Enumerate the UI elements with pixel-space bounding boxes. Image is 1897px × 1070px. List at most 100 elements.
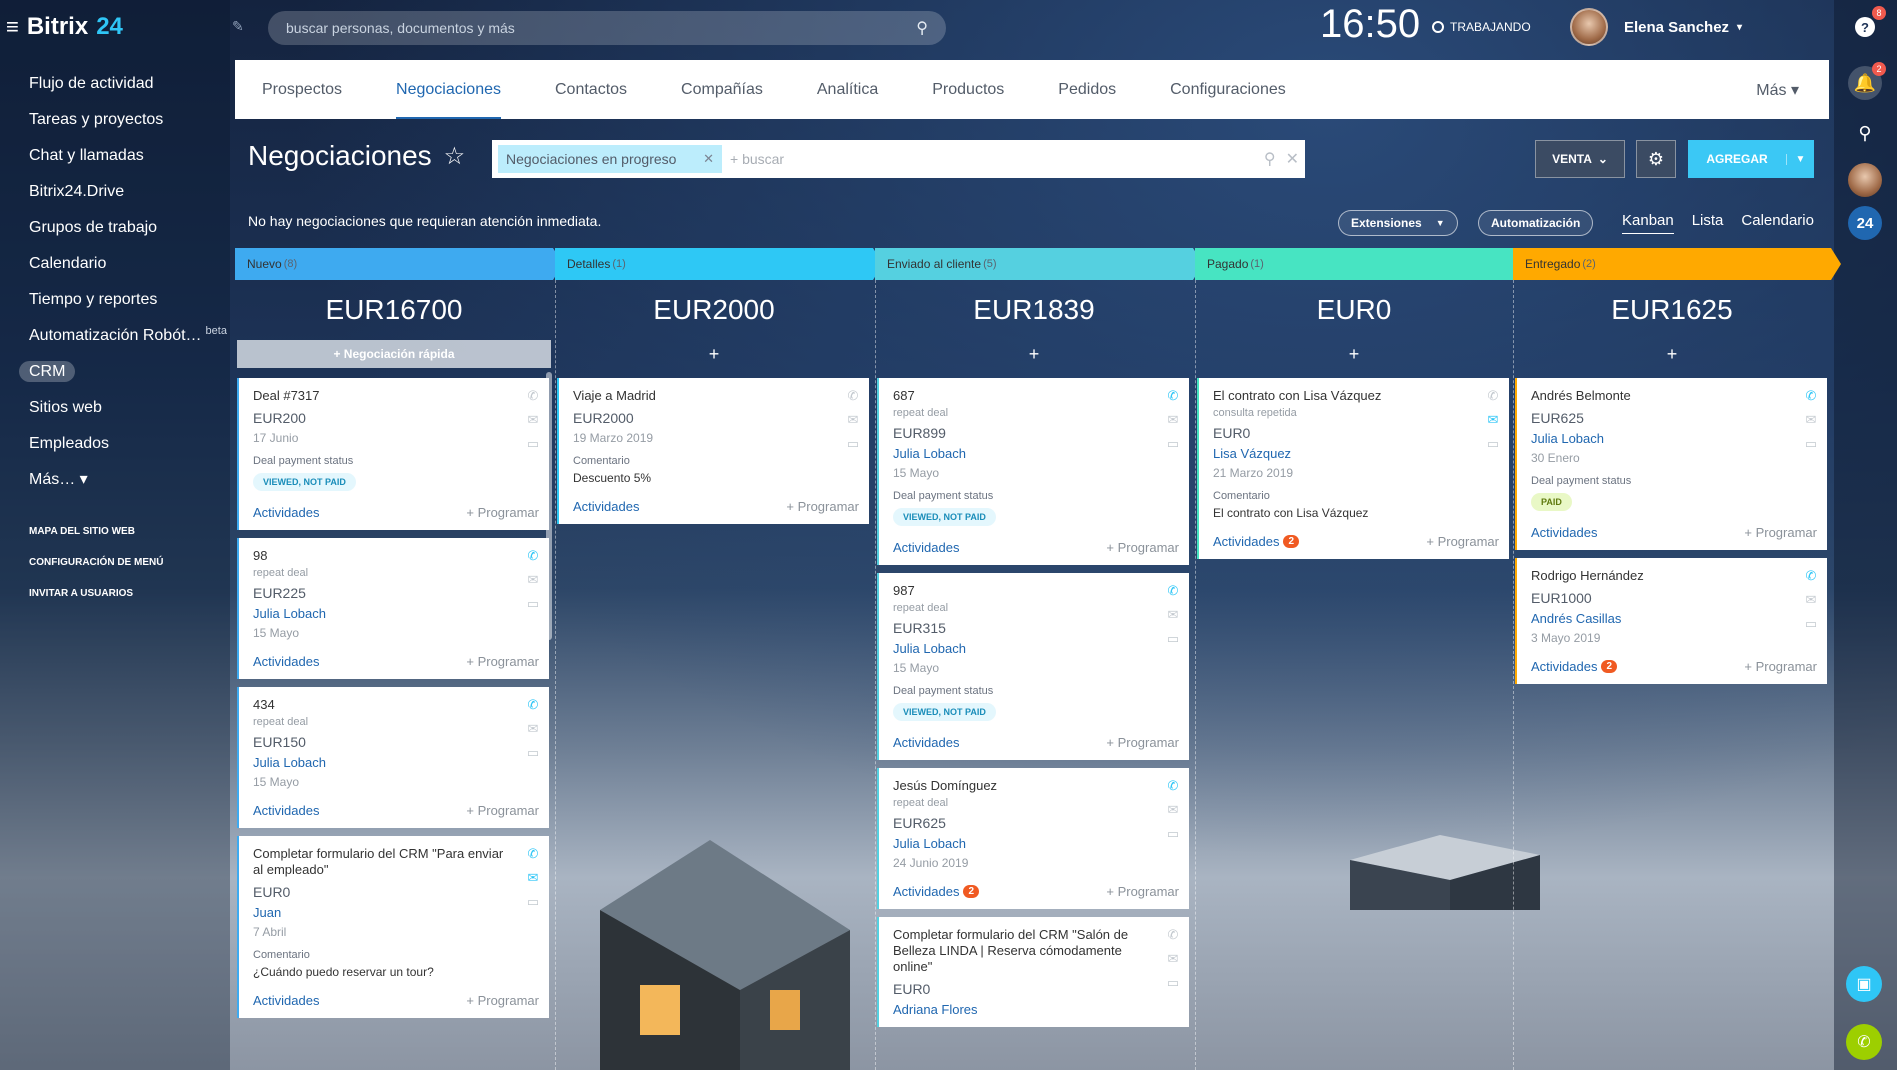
deal-contact[interactable]: Julia Lobach bbox=[893, 641, 1179, 656]
mail-icon[interactable]: ✉ bbox=[1165, 951, 1181, 967]
pipeline-select-button[interactable]: VENTA ⌄ bbox=[1535, 140, 1625, 178]
deal-contact[interactable]: Juan bbox=[253, 905, 539, 920]
mail-icon[interactable]: ✉ bbox=[525, 721, 541, 737]
filter-bar[interactable]: Negociaciones en progreso ✕ + buscar ⚲ ✕ bbox=[492, 140, 1305, 178]
deal-card[interactable]: ✆ ✉ ▭ El contrato con Lisa Vázquez consult… bbox=[1197, 378, 1509, 559]
column-header[interactable]: Pagado (1) bbox=[1195, 248, 1523, 280]
chat-icon[interactable]: ▭ bbox=[1165, 436, 1181, 452]
search-input[interactable]: buscar personas, documentos y más bbox=[286, 20, 916, 36]
deal-card[interactable]: ✆ ✉ ▭ Completar formulario del CRM "Salón … bbox=[877, 917, 1189, 1027]
avatar[interactable] bbox=[1570, 8, 1608, 46]
mail-icon[interactable]: ✉ bbox=[1165, 412, 1181, 428]
sidebar-item-groups[interactable]: Grupos de trabajo bbox=[0, 210, 230, 246]
phone-icon[interactable]: ✆ bbox=[1165, 778, 1181, 794]
deal-title[interactable]: Deal #7317 bbox=[253, 388, 539, 404]
sidebar-item-crm[interactable]: CRM bbox=[0, 354, 230, 390]
tab-pedidos[interactable]: Pedidos bbox=[1058, 60, 1116, 119]
sidebar-item-chat[interactable]: Chat y llamadas bbox=[0, 138, 230, 174]
deal-contact[interactable]: Julia Lobach bbox=[253, 606, 539, 621]
deal-contact[interactable]: Adriana Flores bbox=[893, 1002, 1179, 1017]
phone-icon[interactable]: ✆ bbox=[525, 388, 541, 404]
add-button[interactable]: AGREGAR ▼ bbox=[1688, 140, 1814, 178]
logo-number[interactable]: 24 bbox=[96, 13, 123, 41]
activities-link[interactable]: Actividades bbox=[893, 540, 959, 555]
activities-link[interactable]: Actividades bbox=[893, 735, 959, 750]
sidebar-item-more[interactable]: Más… ▾ bbox=[0, 462, 230, 498]
column-header[interactable]: Nuevo (8) bbox=[235, 248, 563, 280]
mail-icon[interactable]: ✉ bbox=[1803, 592, 1819, 608]
schedule-link[interactable]: + Programar bbox=[466, 803, 539, 818]
filter-chip[interactable]: Negociaciones en progreso ✕ bbox=[498, 145, 722, 173]
deal-card[interactable]: ✆ ✉ ▭ 687 repeat deal EUR899 Julia Lobach … bbox=[877, 378, 1189, 565]
schedule-link[interactable]: + Programar bbox=[786, 499, 859, 514]
chat-icon[interactable]: ▭ bbox=[1485, 436, 1501, 452]
deal-title[interactable]: 687 bbox=[893, 388, 1179, 404]
add-deal-button[interactable]: + bbox=[557, 340, 871, 368]
deal-title[interactable]: 434 bbox=[253, 697, 539, 713]
search-icon[interactable]: ⚲ bbox=[1848, 116, 1882, 150]
clock[interactable]: 16:50 bbox=[1320, 2, 1420, 47]
activities-link[interactable]: Actividades bbox=[253, 803, 319, 818]
activities-link[interactable]: Actividades bbox=[253, 993, 319, 1008]
phone-icon[interactable]: ✆ bbox=[525, 697, 541, 713]
open-lines-icon[interactable]: ▣ bbox=[1846, 966, 1882, 1002]
work-status[interactable]: TRABAJANDO bbox=[1432, 20, 1531, 34]
chat-icon[interactable]: ▭ bbox=[525, 436, 541, 452]
phone-call-icon[interactable]: ✆ bbox=[1846, 1024, 1882, 1060]
deal-title[interactable]: Completar formulario del CRM "Para envia… bbox=[253, 846, 539, 878]
view-calendar[interactable]: Calendario bbox=[1741, 212, 1814, 234]
search-icon[interactable]: ⚲ bbox=[916, 18, 928, 38]
settings-button[interactable]: ⚙ bbox=[1636, 140, 1676, 178]
bell-icon[interactable]: 🔔 2 bbox=[1848, 62, 1886, 100]
view-list[interactable]: Lista bbox=[1692, 212, 1724, 234]
deal-contact[interactable]: Julia Lobach bbox=[893, 836, 1179, 851]
deal-contact[interactable]: Andrés Casillas bbox=[1531, 611, 1817, 626]
tab-companias[interactable]: Compañías bbox=[681, 60, 763, 119]
nav-more[interactable]: Más ▾ bbox=[1756, 80, 1799, 100]
mail-icon[interactable]: ✉ bbox=[525, 412, 541, 428]
deal-title[interactable]: 98 bbox=[253, 548, 539, 564]
deal-title[interactable]: Jesús Domínguez bbox=[893, 778, 1179, 794]
sidebar-item-employees[interactable]: Empleados bbox=[0, 426, 230, 462]
column-header[interactable]: Entregado (2) bbox=[1513, 248, 1841, 280]
sidebar-item-tasks[interactable]: Tareas y proyectos bbox=[0, 102, 230, 138]
deal-title[interactable]: Viaje a Madrid bbox=[573, 388, 859, 404]
deal-card[interactable]: ✆ ✉ ▭ Viaje a Madrid EUR2000 19 Marzo 2019… bbox=[557, 378, 869, 524]
sidebar-item-calendar[interactable]: Calendario bbox=[0, 246, 230, 282]
filter-search-input[interactable]: + buscar bbox=[730, 151, 1254, 167]
add-deal-button[interactable]: + bbox=[1197, 340, 1511, 368]
deal-title[interactable]: 987 bbox=[893, 583, 1179, 599]
view-kanban[interactable]: Kanban bbox=[1622, 212, 1674, 234]
deal-contact[interactable]: Lisa Vázquez bbox=[1213, 446, 1499, 461]
activities-link[interactable]: Actividades 2 bbox=[893, 884, 980, 899]
pencil-icon[interactable]: ✎ bbox=[232, 18, 244, 35]
mail-icon[interactable]: ✉ bbox=[1165, 802, 1181, 818]
deal-contact[interactable]: Julia Lobach bbox=[893, 446, 1179, 461]
phone-icon[interactable]: ✆ bbox=[1165, 388, 1181, 404]
menu-icon[interactable]: ≡ bbox=[6, 14, 19, 40]
sidebar-item-sites[interactable]: Sitios web bbox=[0, 390, 230, 426]
schedule-link[interactable]: + Programar bbox=[466, 654, 539, 669]
column-header[interactable]: Enviado al cliente (5) bbox=[875, 248, 1203, 280]
chat-icon[interactable]: ▭ bbox=[1803, 616, 1819, 632]
help-icon[interactable]: ? 8 bbox=[1848, 6, 1886, 44]
schedule-link[interactable]: + Programar bbox=[1744, 525, 1817, 540]
star-icon[interactable]: ☆ bbox=[444, 142, 466, 171]
logo-text[interactable]: Bitrix bbox=[27, 13, 88, 41]
sidebar-item-drive[interactable]: Bitrix24.Drive bbox=[0, 174, 230, 210]
sitemap-link[interactable]: MAPA DEL SITIO WEB bbox=[0, 516, 230, 547]
phone-icon[interactable]: ✆ bbox=[1165, 583, 1181, 599]
tab-contactos[interactable]: Contactos bbox=[555, 60, 627, 119]
mail-icon[interactable]: ✉ bbox=[525, 870, 541, 886]
phone-icon[interactable]: ✆ bbox=[525, 846, 541, 862]
menu-settings-link[interactable]: CONFIGURACIÓN DE MENÚ bbox=[0, 547, 230, 578]
schedule-link[interactable]: + Programar bbox=[466, 505, 539, 520]
chat-icon[interactable]: ▭ bbox=[525, 596, 541, 612]
mail-icon[interactable]: ✉ bbox=[1165, 607, 1181, 623]
deal-contact[interactable]: Julia Lobach bbox=[253, 755, 539, 770]
phone-icon[interactable]: ✆ bbox=[845, 388, 861, 404]
chat-icon[interactable]: ▭ bbox=[525, 745, 541, 761]
chat-icon[interactable]: ▭ bbox=[1803, 436, 1819, 452]
deal-title[interactable]: Completar formulario del CRM "Salón de B… bbox=[893, 927, 1179, 975]
user-menu[interactable]: Elena Sanchez ▾ bbox=[1570, 8, 1742, 46]
